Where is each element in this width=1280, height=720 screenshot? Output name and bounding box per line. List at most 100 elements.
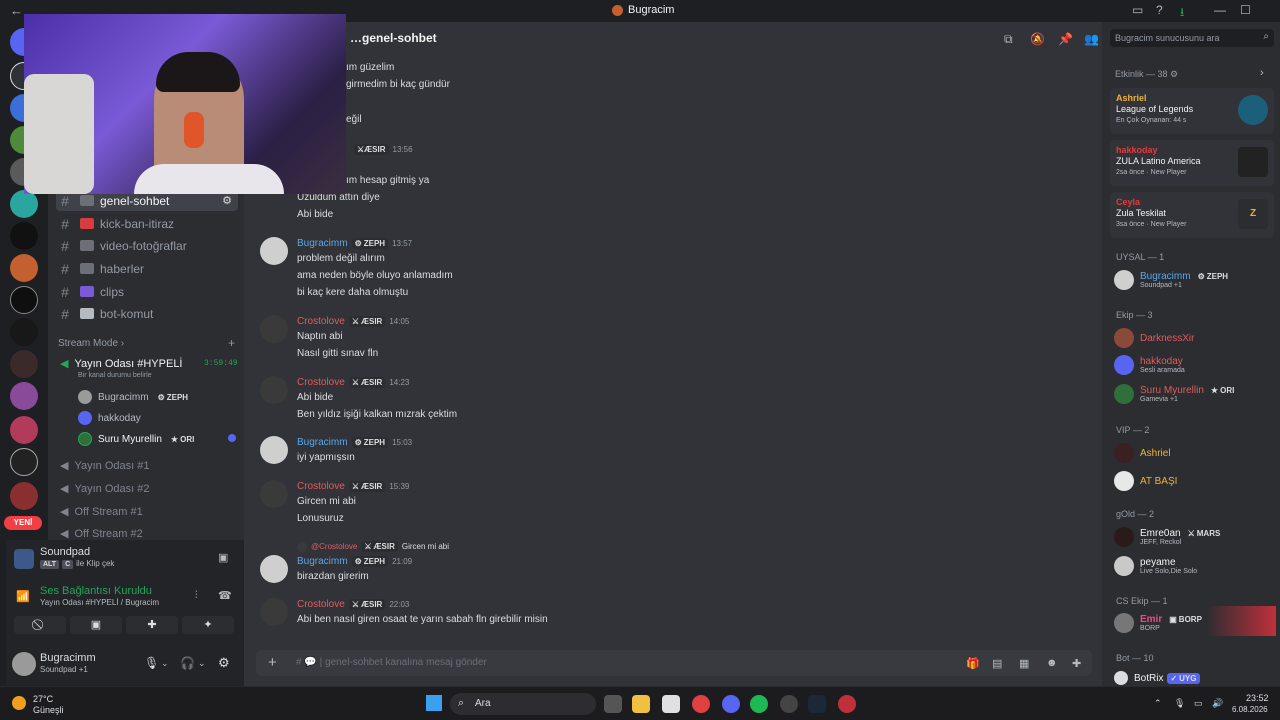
add-channel-icon[interactable]: + — [228, 336, 235, 350]
member-item[interactable]: Bugracimm ⚙ ZEPH Soundpad +1 — [1114, 270, 1232, 290]
channel-video-fotograflar[interactable]: # video-fotoğraflar — [56, 235, 238, 256]
plus-icon[interactable]: + — [268, 654, 277, 671]
member-item[interactable]: DarknessXir — [1114, 328, 1194, 348]
chevron-down-icon[interactable]: ⌄ — [161, 658, 169, 669]
steam-icon[interactable] — [808, 695, 826, 713]
server-icon[interactable] — [10, 448, 38, 476]
composer-placeholder[interactable]: # 💬 | genel-sohbet kanalına mesaj gönder — [296, 657, 487, 668]
display-icon[interactable]: ▭ — [1194, 698, 1203, 709]
voice-channel[interactable]: ◀ Yayın Odası #1 — [60, 459, 149, 473]
channel-haberler[interactable]: # haberler — [56, 258, 238, 279]
voice-channel[interactable]: ◀ Off Stream #2 — [60, 527, 143, 541]
screen-share-icon[interactable]: ▣ — [218, 551, 228, 564]
server-icon[interactable] — [10, 222, 38, 250]
clock-time[interactable]: 23:52 — [1246, 693, 1269, 703]
message-author[interactable]: Bugracimm ⚙ ZEPH 21:09 — [297, 556, 412, 567]
avatar[interactable] — [260, 315, 288, 343]
activity-card[interactable]: Ceyla Zula Teskilat 3sa önce · New Playe… — [1110, 192, 1274, 238]
mute-icon[interactable]: 🔕 — [1030, 32, 1045, 46]
file-explorer-icon[interactable] — [632, 695, 650, 713]
channel-clips[interactable]: # clips — [56, 281, 238, 302]
voice-channel[interactable]: ◀ Yayın Odası #2 — [60, 482, 149, 496]
mic-icon[interactable]: 🎙 — [1174, 698, 1185, 709]
apps-icon[interactable]: ✚ — [1072, 657, 1081, 670]
message-author[interactable]: Bugracimm ⚙ ZEPH 13:57 — [297, 238, 412, 249]
inbox-icon[interactable]: ▭ — [1132, 3, 1143, 17]
channel-status[interactable]: Bir kanal durumu belirle — [78, 372, 152, 379]
soundboard-button[interactable]: ✦ — [182, 616, 234, 634]
live-voice-channel[interactable]: ◀ Yayın Odası #HYPELİ — [60, 357, 183, 371]
settings-icon[interactable]: ⚙ — [218, 655, 230, 671]
minimize-icon[interactable]: — — [1214, 3, 1226, 17]
media-player-icon[interactable] — [838, 695, 856, 713]
voice-channel[interactable]: ◀ Off Stream #1 — [60, 505, 143, 519]
avatar[interactable] — [260, 436, 288, 464]
chevron-right-icon[interactable]: › — [1260, 67, 1264, 79]
member-item[interactable]: Emre0an ⚔ MARS JEFF, Reckol — [1114, 527, 1224, 547]
server-icon[interactable] — [10, 318, 38, 346]
activity-card[interactable]: Ashriel League of Legends En Çok Oynanan… — [1110, 88, 1274, 134]
message-author[interactable]: Crostolove ⚔ ÆSIR 22:03 — [297, 599, 409, 610]
server-icon[interactable] — [10, 254, 38, 282]
member-item[interactable]: peyame Live Solo,Die Solo — [1114, 556, 1197, 576]
category-stream-mode[interactable]: Stream Mode › — [58, 338, 124, 349]
app-icon[interactable] — [780, 695, 798, 713]
noise-suppression-icon[interactable]: ⫶ — [195, 590, 198, 601]
discord-icon[interactable] — [722, 695, 740, 713]
store-icon[interactable] — [662, 695, 680, 713]
search-input[interactable]: Bugracim sunucusunu ara ⌕ — [1110, 29, 1274, 47]
server-icon[interactable] — [10, 286, 38, 314]
maximize-icon[interactable]: ☐ — [1240, 3, 1251, 17]
voice-user[interactable]: hakkoday — [78, 411, 141, 425]
spotify-icon[interactable] — [750, 695, 768, 713]
thread-icon[interactable]: ⧉ — [1004, 32, 1013, 47]
emoji-icon[interactable]: ☻ — [1046, 657, 1058, 669]
sticker-icon[interactable]: ▦ — [1019, 657, 1029, 670]
message-author[interactable]: Crostolove ⚔ ÆSIR 14:23 — [297, 377, 409, 388]
activities-button[interactable]: ✚ — [126, 616, 178, 634]
member-item[interactable]: BotRix ✓ UYG — [1114, 671, 1200, 685]
settings-icon[interactable]: ⚙ — [222, 194, 232, 207]
weather-temp[interactable]: 27°C — [33, 694, 53, 704]
avatar[interactable] — [260, 598, 288, 626]
reply-reference[interactable]: @Crostolove ⚔ ÆSIR Gircen mi abi — [297, 541, 449, 552]
new-badge[interactable]: YENİ — [4, 516, 42, 530]
task-view-icon[interactable] — [604, 695, 622, 713]
gif-icon[interactable]: ▤ — [992, 657, 1002, 670]
member-item[interactable]: AT BAŞI — [1114, 471, 1177, 491]
voice-user[interactable]: Bugracimm ⚙ ZEPH — [78, 390, 192, 404]
activity-header[interactable]: Etkinlik — 38 ⚙ — [1115, 69, 1178, 80]
windows-start-icon[interactable] — [426, 695, 442, 711]
disconnect-icon[interactable]: ☎ — [218, 589, 232, 602]
voice-user[interactable]: Suru Myurellin ★ ORI — [78, 432, 198, 446]
download-icon[interactable]: ⭳ — [1180, 3, 1184, 24]
channel-bot-komut[interactable]: # bot-komut — [56, 303, 238, 324]
headphones-icon[interactable]: 🎧 — [180, 656, 195, 670]
member-item[interactable]: hakkoday Sesli aramada — [1114, 355, 1185, 375]
pin-icon[interactable]: 📌 — [1058, 32, 1073, 46]
chevron-down-icon[interactable]: ⌄ — [198, 658, 206, 669]
server-icon[interactable] — [10, 350, 38, 378]
message-author[interactable]: Crostolove ⚔ ÆSIR 14:05 — [297, 316, 409, 327]
server-icon[interactable] — [10, 382, 38, 410]
volume-icon[interactable]: 🔊 — [1212, 698, 1223, 709]
server-icon[interactable] — [10, 190, 38, 218]
member-item[interactable]: Suru Myurellin ★ ORI Gamevia +1 — [1114, 384, 1238, 404]
user-name[interactable]: Bugracimm — [40, 652, 96, 664]
members-icon[interactable]: 👥 — [1084, 32, 1099, 46]
avatar[interactable] — [260, 237, 288, 265]
clock-date[interactable]: 6.08.2026 — [1232, 705, 1268, 714]
server-icon[interactable] — [10, 416, 38, 444]
share-screen-button[interactable]: ▣ — [70, 616, 122, 634]
avatar[interactable] — [260, 555, 288, 583]
user-avatar[interactable] — [12, 652, 36, 676]
message-author[interactable]: Bugracimm ⚙ ZEPH 15:03 — [297, 437, 412, 448]
channel-kick-ban-itiraz[interactable]: # kick-ban-itiraz — [56, 213, 238, 234]
search-icon[interactable]: ⌕ — [1263, 31, 1269, 42]
message-author[interactable]: Crostolove ⚔ ÆSIR 15:39 — [297, 481, 409, 492]
chrome-icon[interactable] — [692, 695, 710, 713]
gift-icon[interactable]: 🎁 — [966, 657, 980, 670]
taskbar-search[interactable]: ⌕ Ara — [450, 693, 596, 715]
avatar[interactable] — [260, 480, 288, 508]
member-item[interactable]: Emir ▣ BORP BORP — [1114, 613, 1205, 633]
